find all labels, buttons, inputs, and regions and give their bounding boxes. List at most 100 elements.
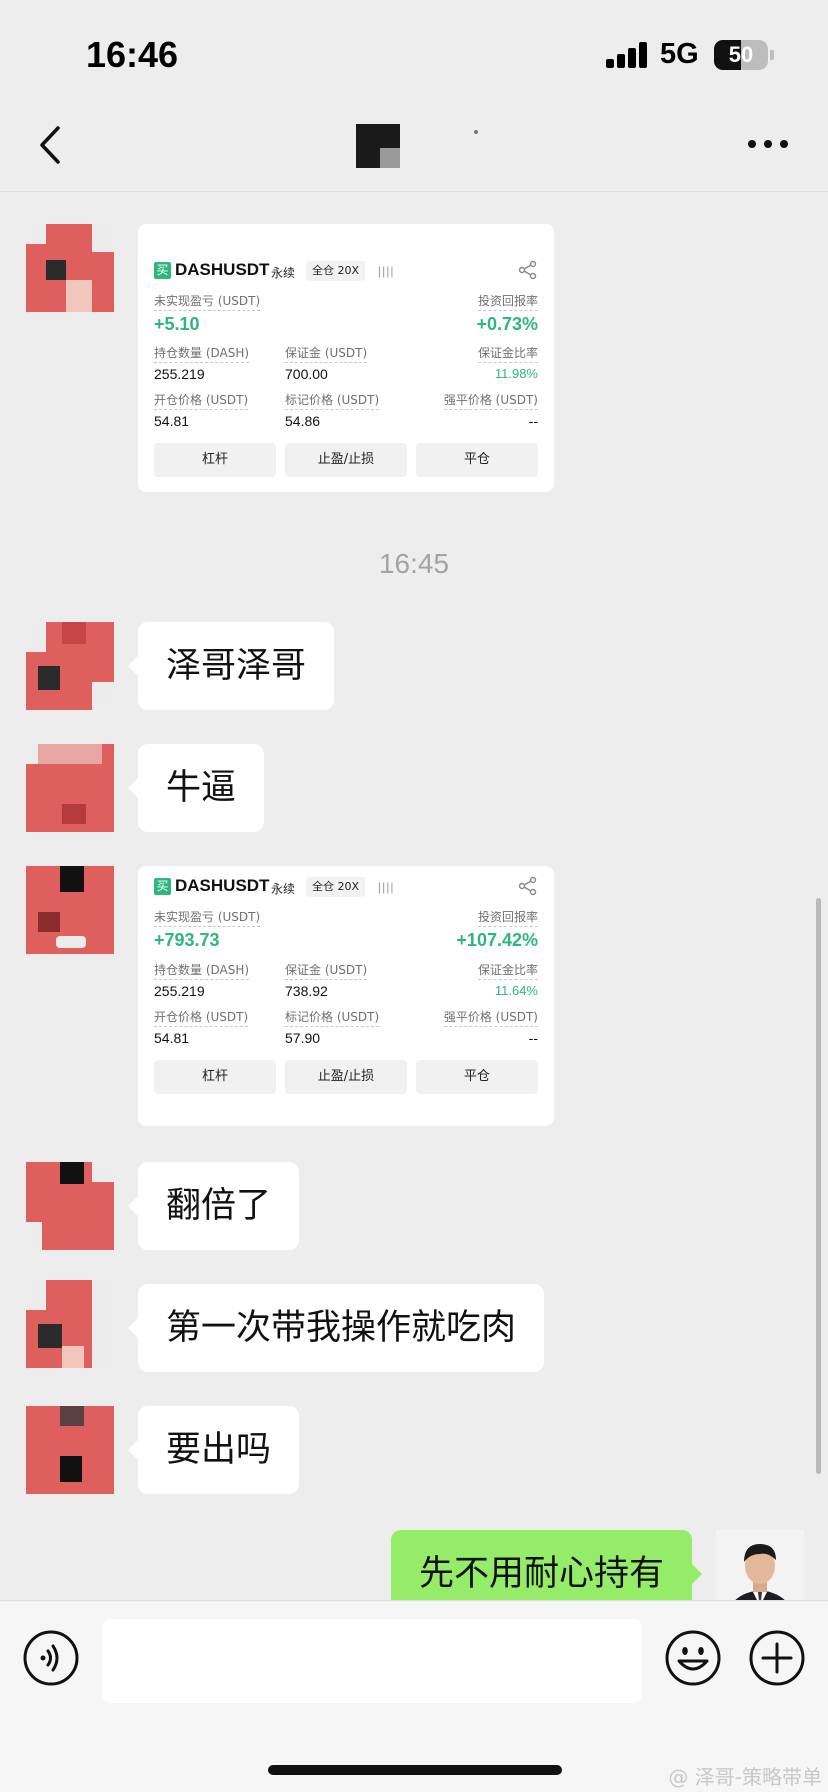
status-bar: 16:46 5G 50: [0, 0, 828, 100]
liq-label: 强平价格 (USDT): [443, 391, 538, 410]
qty-value: 255.219: [154, 366, 205, 382]
leverage-button[interactable]: 杠杆: [154, 443, 276, 477]
share-icon[interactable]: [518, 876, 538, 896]
qty-label: 持仓数量 (DASH): [154, 344, 250, 363]
liq-metric: 强平价格 (USDT) --: [443, 1008, 538, 1046]
home-indicator[interactable]: [268, 1765, 562, 1775]
liq-value: --: [528, 413, 538, 429]
pnl-value: +793.73: [154, 930, 220, 950]
margin-metric: 保证金 (USDT) 738.92: [285, 961, 368, 999]
chat-title-avatar: [356, 124, 400, 168]
message-input[interactable]: [102, 1619, 642, 1703]
margin-value: 738.92: [285, 983, 328, 999]
battery-icon: 50: [714, 40, 768, 70]
entry-label: 开仓价格 (USDT): [154, 1008, 249, 1027]
close-position-button[interactable]: 平仓: [416, 1060, 538, 1094]
card-header: 买 DASHUSDT 永续 全仓 20X ||||: [154, 876, 538, 900]
qty-metric: 持仓数量 (DASH) 255.219: [154, 961, 250, 999]
contact-avatar[interactable]: [26, 866, 114, 954]
leverage-button[interactable]: 杠杆: [154, 1060, 276, 1094]
roe-metric: 投资回报率 +107.42%: [456, 908, 538, 951]
signal-icon: [606, 42, 648, 68]
message-bubble[interactable]: 要出吗: [127, 1406, 300, 1494]
liq-metric: 强平价格 (USDT) --: [443, 391, 538, 429]
message-bubble[interactable]: 泽哥泽哥: [127, 622, 335, 710]
chat-title-redacted: [474, 130, 478, 134]
risk-bars-icon: ||||: [378, 264, 395, 278]
risk-bars-icon: ||||: [378, 880, 395, 894]
mark-metric: 标记价格 (USDT) 54.86: [285, 391, 380, 429]
close-position-button[interactable]: 平仓: [416, 443, 538, 477]
voice-icon[interactable]: [22, 1629, 80, 1687]
margin-ratio-value: 11.98%: [494, 366, 538, 381]
message-bubble[interactable]: 翻倍了: [127, 1162, 300, 1250]
margin-ratio-value: 11.64%: [494, 983, 538, 998]
mark-value: 57.90: [285, 1030, 321, 1046]
entry-metric: 开仓价格 (USDT) 54.81: [154, 391, 249, 429]
mark-label: 标记价格 (USDT): [285, 1008, 380, 1027]
emoji-icon[interactable]: [664, 1629, 722, 1687]
pnl-label: 未实现盈亏 (USDT): [154, 292, 261, 311]
pnl-metric: 未实现盈亏 (USDT) +5.10: [154, 292, 261, 335]
liq-value: --: [528, 1030, 538, 1046]
contact-avatar[interactable]: [26, 622, 114, 710]
mark-value: 54.86: [285, 413, 321, 429]
chevron-left-icon[interactable]: [36, 122, 66, 168]
margin-mode-badge: 全仓 20X: [306, 877, 366, 897]
contract-type: 永续: [271, 882, 296, 896]
contact-avatar[interactable]: [26, 224, 114, 312]
roe-label: 投资回报率: [477, 908, 538, 927]
margin-ratio-label: 保证金比率: [477, 344, 538, 363]
pnl-label: 未实现盈亏 (USDT): [154, 908, 261, 927]
contact-avatar[interactable]: [26, 1406, 114, 1494]
scrollbar[interactable]: [816, 898, 821, 1474]
battery-level: 50: [728, 42, 754, 67]
share-icon[interactable]: [518, 260, 538, 280]
buy-tag: 买: [154, 262, 171, 279]
qty-label: 持仓数量 (DASH): [154, 961, 250, 980]
pnl-value: +5.10: [154, 314, 200, 334]
contract-type: 永续: [271, 266, 296, 280]
entry-metric: 开仓价格 (USDT) 54.81: [154, 1008, 249, 1046]
plus-icon[interactable]: [748, 1629, 806, 1687]
chat-header: [0, 100, 828, 192]
roe-label: 投资回报率: [477, 292, 538, 311]
roe-metric: 投资回报率 +0.73%: [476, 292, 538, 335]
input-bar: @ 泽哥-策略带单: [0, 1600, 828, 1792]
symbol: DASHUSDT: [175, 876, 270, 895]
margin-mode-badge: 全仓 20X: [306, 261, 366, 281]
tp-sl-button[interactable]: 止盈/止损: [285, 1060, 407, 1094]
message-bubble[interactable]: 第一次带我操作就吃肉: [127, 1284, 545, 1372]
roe-value: +0.73%: [476, 314, 538, 334]
card-header: 买 DASHUSDT 永续 全仓 20X ||||: [154, 260, 538, 284]
margin-ratio-metric: 保证金比率 11.98%: [477, 344, 538, 381]
qty-metric: 持仓数量 (DASH) 255.219: [154, 344, 250, 382]
time-separator: 16:45: [378, 548, 450, 579]
margin-value: 700.00: [285, 366, 328, 382]
margin-label: 保证金 (USDT): [285, 961, 368, 980]
liq-label: 强平价格 (USDT): [443, 1008, 538, 1027]
trade-card[interactable]: 买 DASHUSDT 永续 全仓 20X |||| 未实现盈亏 (USDT) +…: [138, 224, 554, 492]
margin-metric: 保证金 (USDT) 700.00: [285, 344, 368, 382]
mark-label: 标记价格 (USDT): [285, 391, 380, 410]
pnl-metric: 未实现盈亏 (USDT) +793.73: [154, 908, 261, 951]
tp-sl-button[interactable]: 止盈/止损: [285, 443, 407, 477]
margin-label: 保证金 (USDT): [285, 344, 368, 363]
message-bubble[interactable]: 牛逼: [127, 744, 265, 832]
roe-value: +107.42%: [456, 930, 538, 950]
more-dots-icon[interactable]: [748, 140, 788, 150]
qty-value: 255.219: [154, 983, 205, 999]
symbol: DASHUSDT: [175, 260, 270, 279]
contact-avatar[interactable]: [26, 1162, 114, 1250]
mark-metric: 标记价格 (USDT) 57.90: [285, 1008, 380, 1046]
network-type: 5G: [660, 38, 699, 70]
entry-value: 54.81: [154, 413, 190, 429]
battery-cap: [770, 50, 774, 60]
entry-value: 54.81: [154, 1030, 190, 1046]
entry-label: 开仓价格 (USDT): [154, 391, 249, 410]
contact-avatar[interactable]: [26, 744, 114, 832]
margin-ratio-label: 保证金比率: [477, 961, 538, 980]
status-time: 16:46: [86, 34, 179, 75]
trade-card[interactable]: 买 DASHUSDT 永续 全仓 20X |||| 未实现盈亏 (USDT) +…: [138, 866, 554, 1126]
contact-avatar[interactable]: [26, 1280, 114, 1368]
